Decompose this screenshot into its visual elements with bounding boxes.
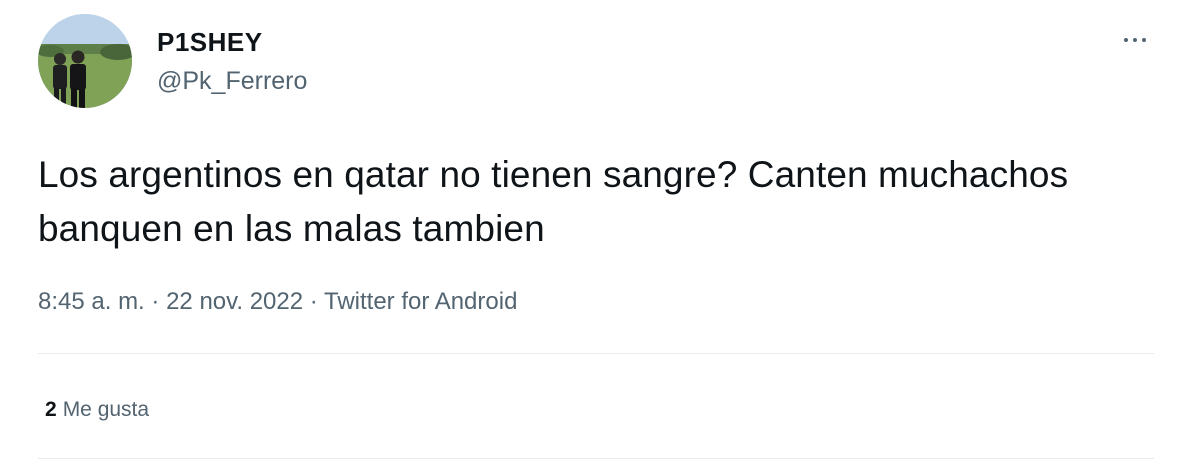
tweet-date[interactable]: 22 nov. 2022 xyxy=(166,288,303,315)
more-horizontal-icon xyxy=(1124,38,1128,42)
tweet-source[interactable]: Twitter for Android xyxy=(324,288,517,315)
likes-stat[interactable]: 2 Me gusta xyxy=(45,396,149,424)
more-options-button[interactable] xyxy=(1115,24,1155,56)
avatar[interactable] xyxy=(38,14,132,108)
author-display-name[interactable]: P1SHEY xyxy=(157,27,263,57)
tweet-metadata: 8:45 a. m. · 22 nov. 2022 · Twitter for … xyxy=(38,285,517,319)
meta-separator: · xyxy=(151,288,167,315)
more-horizontal-icon xyxy=(1133,38,1137,42)
divider xyxy=(38,353,1154,354)
likes-count: 2 xyxy=(45,398,57,421)
profile-photo-icon xyxy=(38,14,132,108)
meta-separator: · xyxy=(309,288,324,315)
author-handle[interactable]: @Pk_Ferrero xyxy=(157,66,307,96)
divider xyxy=(38,458,1154,459)
tweet-card: P1SHEY @Pk_Ferrero Los argentinos en qat… xyxy=(0,0,1200,462)
more-horizontal-icon xyxy=(1142,38,1146,42)
likes-label: Me gusta xyxy=(62,398,150,421)
tweet-text: Los argentinos en qatar no tienen sangre… xyxy=(38,154,1069,249)
tweet-time[interactable]: 8:45 a. m. xyxy=(38,288,145,315)
